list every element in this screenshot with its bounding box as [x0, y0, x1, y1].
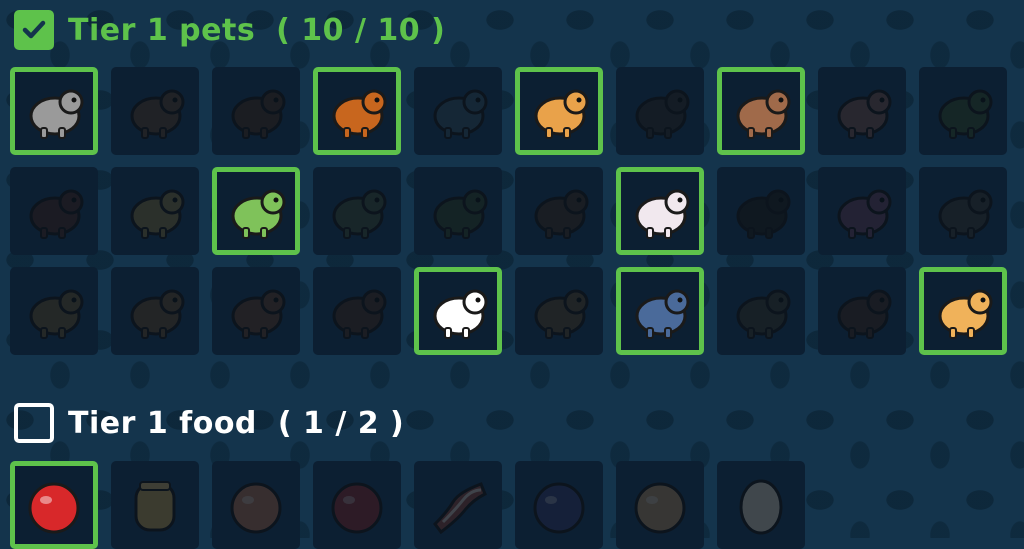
- pets-title-text: Tier 1 pets: [68, 12, 256, 48]
- chipmunk-icon: [223, 278, 289, 344]
- pet-slot-frog[interactable]: [212, 167, 300, 255]
- honey-icon: [122, 472, 188, 538]
- beaver-icon: [122, 78, 188, 144]
- checkmark-icon: [22, 20, 46, 39]
- fish-icon: [425, 78, 491, 144]
- slug-icon: [930, 178, 996, 244]
- pig-icon: [829, 78, 895, 144]
- pets-section-title: Tier 1 pets ( 10 / 10 ): [68, 13, 445, 48]
- pet-slot-fish[interactable]: [414, 67, 502, 155]
- mouse-icon: [627, 178, 693, 244]
- food-slot-blueberry[interactable]: [515, 461, 603, 549]
- pet-slot-kiwi[interactable]: [515, 167, 603, 255]
- mosquito-icon: [627, 78, 693, 144]
- food-slot-apple[interactable]: [10, 461, 98, 549]
- otter-icon: [728, 78, 794, 144]
- pet-slot-beetle[interactable]: [919, 67, 1007, 155]
- pets-checkbox[interactable]: [14, 10, 54, 50]
- food-slot-honey[interactable]: [111, 461, 199, 549]
- kiwi-icon: [526, 178, 592, 244]
- pet-slot-slug[interactable]: [919, 167, 1007, 255]
- ant-icon: [21, 78, 87, 144]
- pet-slot-fennec-fox[interactable]: [919, 267, 1007, 355]
- pet-slot-pillbug[interactable]: [717, 167, 805, 255]
- pet-slot-monkey[interactable]: [111, 267, 199, 355]
- food-section-header: Tier 1 food ( 1 / 2 ): [14, 403, 404, 443]
- pet-slot-chick[interactable]: [111, 167, 199, 255]
- egg-icon: [728, 472, 794, 538]
- pet-slot-bluebird[interactable]: [10, 167, 98, 255]
- blueberry-icon: [526, 472, 592, 538]
- pet-slot-mouse[interactable]: [616, 167, 704, 255]
- duck-icon: [324, 78, 390, 144]
- food-title-text: Tier 1 food: [68, 405, 257, 441]
- groundhog-icon: [526, 278, 592, 344]
- food-slot-egg[interactable]: [717, 461, 805, 549]
- pet-slot-mosquito[interactable]: [616, 67, 704, 155]
- food-section-title: Tier 1 food ( 1 / 2 ): [68, 406, 404, 441]
- iguana-icon: [425, 178, 491, 244]
- frog-icon: [223, 178, 289, 244]
- food-slot-bacon[interactable]: [414, 461, 502, 549]
- pet-slot-chipmunk[interactable]: [212, 267, 300, 355]
- beetle-icon: [930, 78, 996, 144]
- hummingbird-icon: [324, 178, 390, 244]
- pet-slot-iguana[interactable]: [414, 167, 502, 255]
- pet-slot-ant[interactable]: [10, 67, 98, 155]
- hedgehog-icon: [324, 278, 390, 344]
- pet-slot-goose[interactable]: [414, 267, 502, 355]
- magpie-icon: [627, 278, 693, 344]
- pet-slot-magpie[interactable]: [616, 267, 704, 355]
- food-count: ( 1 / 2 ): [277, 405, 405, 441]
- goose-icon: [425, 278, 491, 344]
- food-slot-cookie[interactable]: [616, 461, 704, 549]
- food-slot-peach[interactable]: [212, 461, 300, 549]
- chick-icon: [122, 178, 188, 244]
- monkey-icon: [122, 278, 188, 344]
- pet-slot-otter[interactable]: [717, 67, 805, 155]
- apple-icon: [21, 472, 87, 538]
- strawberry-icon: [324, 472, 390, 538]
- pet-slot-seahorse[interactable]: [818, 167, 906, 255]
- pet-slot-groundhog[interactable]: [515, 267, 603, 355]
- squirrel-icon: [829, 278, 895, 344]
- bacon-icon: [425, 472, 491, 538]
- pet-slot-beaver[interactable]: [111, 67, 199, 155]
- pet-slot-squirrel[interactable]: [818, 267, 906, 355]
- pet-slot-horse[interactable]: [515, 67, 603, 155]
- food-slot-strawberry[interactable]: [313, 461, 401, 549]
- pillbug-icon: [728, 178, 794, 244]
- horse-icon: [526, 78, 592, 144]
- seahorse-icon: [829, 178, 895, 244]
- pet-slot-hummingbird[interactable]: [313, 167, 401, 255]
- pet-slot-cricket[interactable]: [212, 67, 300, 155]
- food-checkbox[interactable]: [14, 403, 54, 443]
- pet-slot-pig[interactable]: [818, 67, 906, 155]
- pets-count: ( 10 / 10 ): [276, 12, 446, 48]
- pet-slot-hedgehog[interactable]: [313, 267, 401, 355]
- pets-section-header: Tier 1 pets ( 10 / 10 ): [14, 10, 445, 50]
- moth-icon: [21, 278, 87, 344]
- cricket-icon: [223, 78, 289, 144]
- pet-slot-duck[interactable]: [313, 67, 401, 155]
- pet-slot-moth[interactable]: [10, 267, 98, 355]
- bird-icon: [21, 178, 87, 244]
- peach-icon: [223, 472, 289, 538]
- opossum-icon: [728, 278, 794, 344]
- pet-slot-opossum[interactable]: [717, 267, 805, 355]
- fox-icon: [930, 278, 996, 344]
- cookie-icon: [627, 472, 693, 538]
